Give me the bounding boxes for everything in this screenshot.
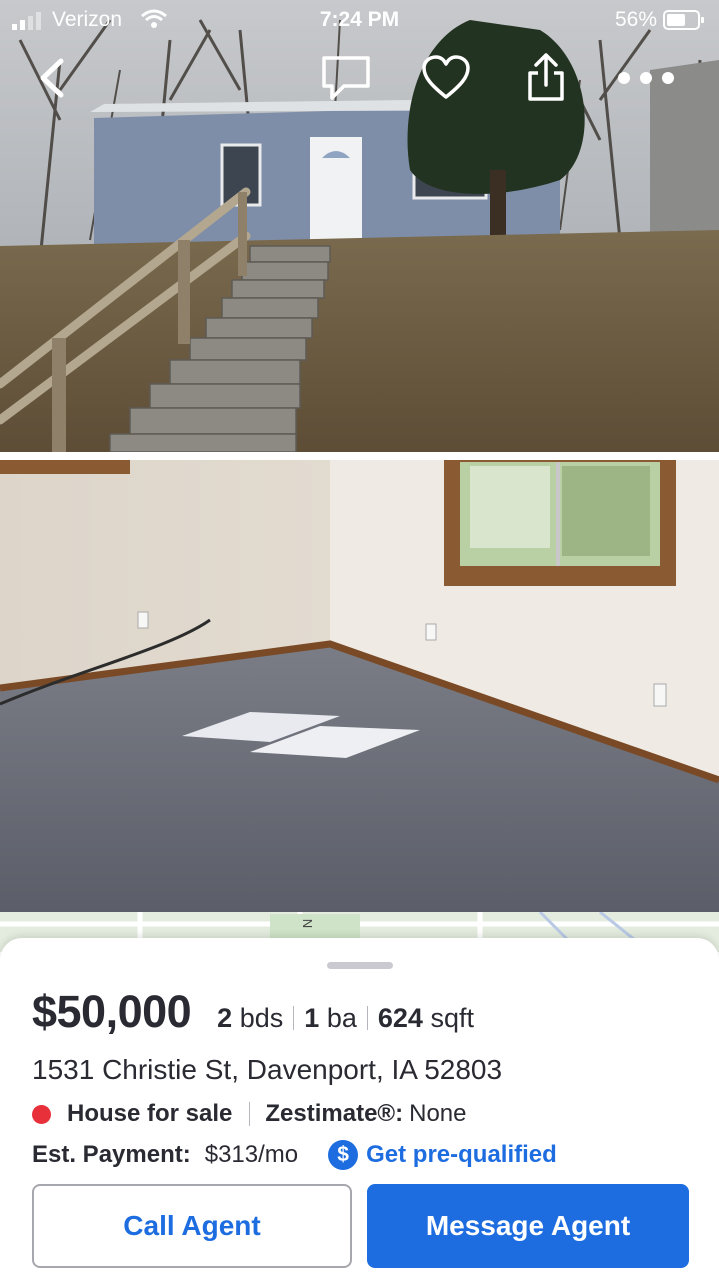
more-options-button[interactable] xyxy=(616,48,676,108)
listing-summary-sheet: $50,000 2 bds 1 ba 624 sqft 1531 Christi… xyxy=(0,938,719,1279)
fact-divider xyxy=(293,1006,295,1030)
est-payment-value[interactable]: $313/mo xyxy=(205,1141,298,1169)
more-dots-icon xyxy=(618,72,674,84)
status-bar: Verizon 7:24 PM 56% xyxy=(0,0,719,40)
listing-price: $50,000 xyxy=(32,986,192,1037)
for-sale-status-dot xyxy=(32,1104,51,1124)
baths-value: 1 xyxy=(304,1003,320,1033)
beds-unit: bds xyxy=(239,1003,284,1033)
battery-icon xyxy=(663,10,704,30)
zestimate-label[interactable]: Zestimate®: xyxy=(265,1100,403,1128)
baths-unit: ba xyxy=(326,1003,357,1033)
photo-top-toolbar xyxy=(0,48,719,118)
call-agent-button[interactable]: Call Agent xyxy=(32,1184,352,1268)
back-button[interactable] xyxy=(22,48,82,108)
share-button[interactable] xyxy=(516,48,576,108)
sqft-value: 624 xyxy=(377,1003,423,1033)
battery-percent: 56% xyxy=(614,8,657,31)
message-agent-button[interactable]: Message Agent xyxy=(367,1184,689,1268)
listing-address: 1531 Christie St, Davenport, IA 52803 xyxy=(32,1054,503,1085)
listing-status-row: House for sale Zestimate®: None xyxy=(32,1100,466,1128)
message-bubble-icon xyxy=(322,56,370,100)
price-facts-row: $50,000 2 bds 1 ba 624 sqft xyxy=(32,986,474,1038)
fact-divider xyxy=(366,1006,368,1030)
clock-time: 7:24 PM xyxy=(319,8,400,31)
payment-row: Est. Payment: $313/mo $ Get pre-qualifie… xyxy=(32,1140,557,1170)
save-favorite-button[interactable] xyxy=(416,48,476,108)
prequal-label: Get pre-qualified xyxy=(366,1141,557,1168)
interior-room-image xyxy=(0,460,719,912)
dollar-circle-icon: $ xyxy=(328,1140,359,1170)
message-button[interactable] xyxy=(316,48,376,108)
zestimate-value: None xyxy=(409,1100,467,1127)
heart-icon xyxy=(422,55,470,99)
back-chevron-icon xyxy=(40,58,64,98)
status-divider xyxy=(249,1102,251,1126)
home-facts: 2 bds 1 ba 624 sqft xyxy=(217,1003,474,1034)
est-payment-label: Est. Payment: xyxy=(32,1141,191,1168)
sqft-unit: sqft xyxy=(430,1003,474,1033)
listing-status: House for sale xyxy=(67,1100,233,1127)
map-north-label: N xyxy=(300,918,316,929)
beds-value: 2 xyxy=(217,1003,233,1033)
get-prequalified-link[interactable]: $ Get pre-qualified xyxy=(328,1140,557,1170)
sheet-drag-handle[interactable] xyxy=(327,962,393,969)
listing-photo-interior[interactable] xyxy=(0,460,719,912)
share-icon xyxy=(528,53,564,101)
